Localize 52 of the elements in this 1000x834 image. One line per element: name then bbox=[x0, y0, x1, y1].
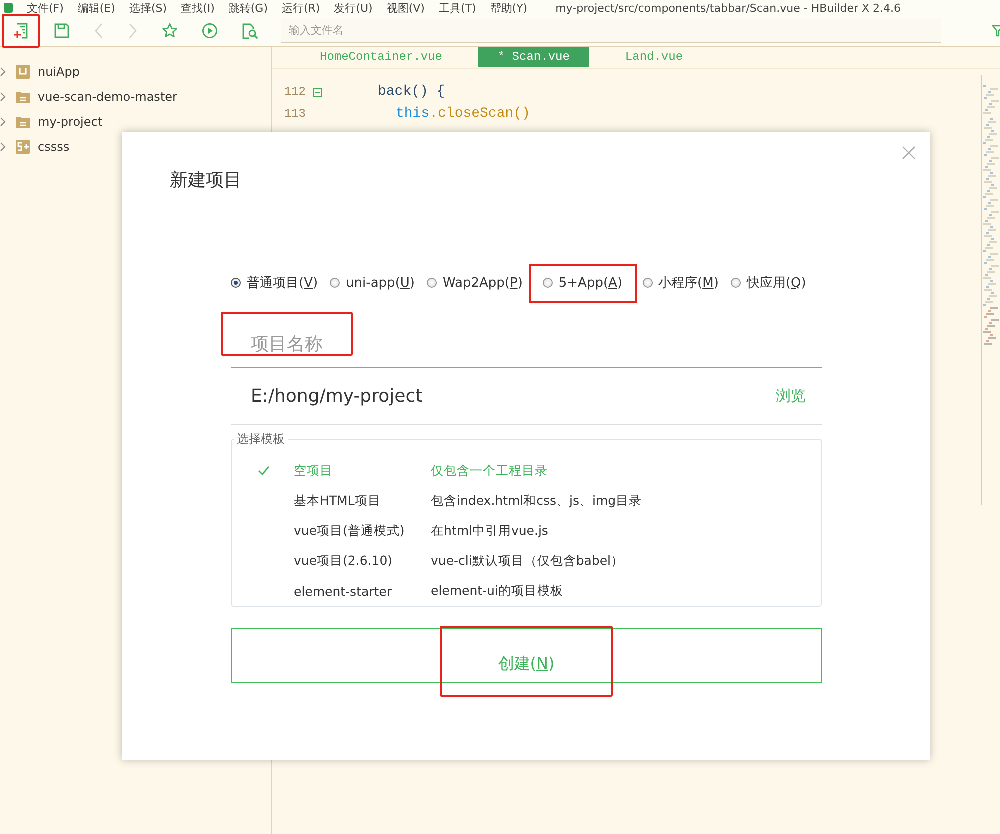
menu-item[interactable]: 运行(R) bbox=[282, 2, 320, 14]
menu-item[interactable]: 视图(V) bbox=[386, 2, 425, 14]
check-icon bbox=[258, 466, 270, 476]
menu-item[interactable]: 选择(S) bbox=[129, 2, 168, 14]
plus-project-icon bbox=[16, 140, 30, 154]
template-option[interactable]: vue项目(普通模式) 在html中引用vue.js bbox=[258, 516, 821, 546]
menu-item[interactable]: 跳转(G) bbox=[228, 2, 268, 14]
play-icon bbox=[202, 23, 218, 39]
group-label: 选择模板 bbox=[236, 431, 286, 448]
code-line: this.closeScan() bbox=[396, 106, 530, 122]
project-type-radio[interactable]: 5+App(A) bbox=[528, 264, 637, 302]
project-type-radio[interactable]: 小程序(M) bbox=[642, 272, 723, 294]
dialog-title: 新建项目 bbox=[170, 169, 243, 192]
menu-item[interactable]: 查找(I) bbox=[181, 2, 215, 14]
menu-item[interactable]: 帮助(Y) bbox=[490, 2, 528, 14]
menu-item[interactable]: 发行(U) bbox=[334, 2, 373, 14]
project-path: E:/hong/my-project bbox=[251, 386, 423, 406]
project-type-radio[interactable]: 普通项目(V) bbox=[231, 272, 322, 294]
line-number: 112 bbox=[283, 85, 306, 99]
menu-item[interactable]: 文件(F) bbox=[27, 2, 64, 14]
project-name[interactable]: cssss bbox=[38, 140, 70, 154]
project-name[interactable]: nuiApp bbox=[38, 64, 80, 78]
project-name[interactable]: my-project bbox=[38, 114, 103, 128]
template-option[interactable]: 基本HTML项目 包含index.html和css、js、img目录 bbox=[258, 486, 821, 516]
line-number: 113 bbox=[283, 107, 306, 121]
folder-icon bbox=[16, 90, 30, 102]
chevron-right-icon[interactable] bbox=[0, 92, 6, 102]
app-icon bbox=[4, 3, 13, 13]
chevron-right-icon[interactable] bbox=[0, 66, 6, 76]
project-icon bbox=[16, 64, 30, 78]
chevron-right-icon bbox=[128, 23, 138, 39]
menu-item[interactable]: 工具(T) bbox=[438, 2, 476, 14]
project-type-radio[interactable]: Wap2App(P) bbox=[426, 272, 527, 294]
file-search-field[interactable]: 输入文件名 bbox=[281, 19, 941, 43]
chevron-right-icon[interactable] bbox=[0, 116, 6, 126]
menu-item[interactable]: 编辑(E) bbox=[78, 2, 116, 14]
star-icon bbox=[162, 23, 178, 39]
code-line: back() { bbox=[378, 84, 446, 100]
template-option[interactable]: vue项目(2.6.10) vue-cli默认项目（仅包含babel） bbox=[258, 546, 821, 576]
close-icon bbox=[902, 146, 916, 160]
project-name[interactable]: vue-scan-demo-master bbox=[38, 90, 178, 104]
window-title: my-project/src/components/tabbar/Scan.vue - HBuilder X 2.4.6 bbox=[556, 2, 902, 14]
save-icon bbox=[54, 23, 70, 39]
project-type-radio[interactable]: uni-app(U) bbox=[330, 272, 419, 294]
new-file-icon bbox=[13, 22, 29, 40]
chevron-left-icon bbox=[94, 23, 104, 39]
template-option[interactable]: element-starter element-ui的项目模板 bbox=[258, 576, 821, 606]
chevron-right-icon[interactable] bbox=[0, 142, 6, 152]
folder-icon bbox=[16, 116, 30, 128]
project-type-radio[interactable]: 快应用(Q) bbox=[730, 272, 810, 294]
fold-icon[interactable] bbox=[312, 88, 322, 96]
file-search-icon bbox=[242, 22, 259, 40]
